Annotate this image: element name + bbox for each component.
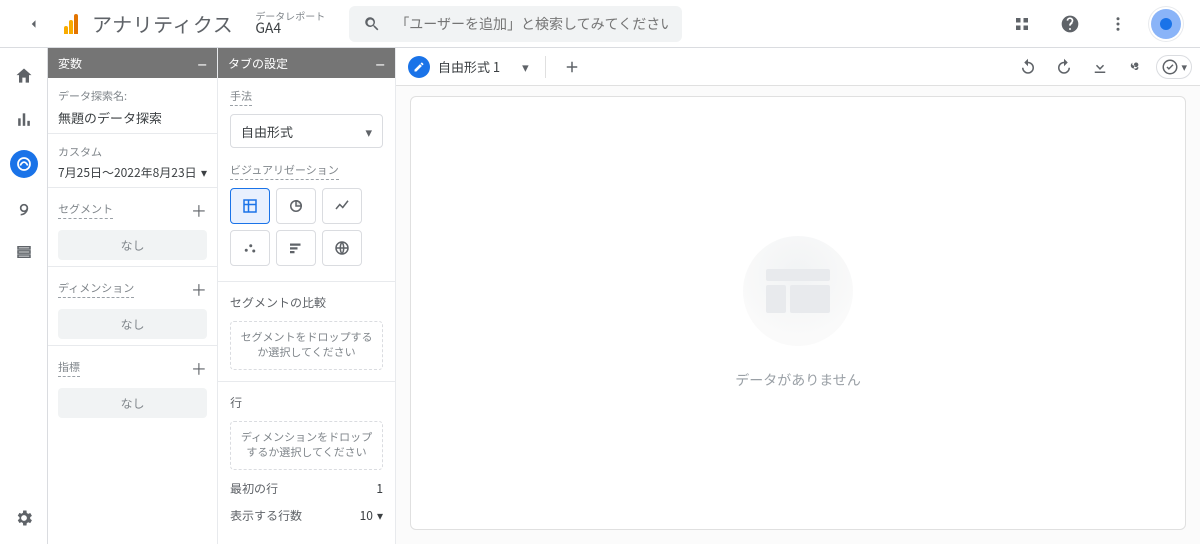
rail-admin[interactable] bbox=[10, 504, 38, 532]
add-metric[interactable]: ＋ bbox=[191, 356, 207, 380]
segments-none: なし bbox=[58, 230, 207, 260]
rail-configure[interactable] bbox=[10, 238, 38, 266]
nav-rail bbox=[0, 48, 48, 544]
property-selector[interactable]: データレポート GA4 bbox=[255, 10, 325, 36]
share-button[interactable] bbox=[1120, 51, 1152, 83]
rows-drop[interactable]: ディメンションをドロップするか選択してください bbox=[230, 421, 383, 470]
add-tab[interactable] bbox=[556, 51, 588, 83]
product-name: アナリティクス bbox=[92, 9, 233, 38]
dimensions-none: なし bbox=[58, 309, 207, 339]
first-row-label: 最初の行 bbox=[230, 480, 278, 497]
analytics-logo bbox=[64, 14, 78, 34]
segment-compare-label: セグメントの比較 bbox=[230, 294, 383, 311]
search-icon bbox=[363, 15, 381, 33]
show-rows-label: 表示する行数 bbox=[230, 507, 302, 524]
download-button[interactable] bbox=[1084, 51, 1116, 83]
empty-message: データがありません bbox=[735, 370, 861, 390]
first-row-value[interactable]: 1 bbox=[376, 480, 383, 497]
variables-panel: 変数 – データ探索名: 無題のデータ探索 カスタム 7月25日～2022年8月… bbox=[48, 48, 218, 544]
back-button[interactable] bbox=[14, 4, 54, 44]
dropdown-arrow-icon: ▾ bbox=[522, 57, 529, 76]
segments-label: セグメント bbox=[58, 201, 113, 219]
rows-label: 行 bbox=[230, 394, 383, 411]
segment-compare-drop[interactable]: セグメントをドロップするか選択してください bbox=[230, 321, 383, 370]
rail-reports[interactable] bbox=[10, 106, 38, 134]
add-segment[interactable]: ＋ bbox=[191, 198, 207, 222]
report-canvas: 自由形式 1 ▾ ▾ データがありません bbox=[396, 48, 1200, 544]
redo-button[interactable] bbox=[1048, 51, 1080, 83]
dropdown-arrow-icon: ▾ bbox=[377, 507, 383, 524]
viz-scatter[interactable] bbox=[230, 230, 270, 266]
empty-illustration bbox=[743, 236, 853, 346]
canvas-tab[interactable]: 自由形式 1 ▾ bbox=[404, 52, 535, 82]
date-range[interactable]: 7月25日～2022年8月23日 ▾ bbox=[58, 164, 207, 181]
check-circle-icon bbox=[1161, 58, 1179, 76]
show-rows-select[interactable]: 10 ▾ bbox=[360, 507, 383, 524]
viz-donut[interactable] bbox=[276, 188, 316, 224]
kebab-icon[interactable] bbox=[1098, 4, 1138, 44]
search-input[interactable] bbox=[395, 16, 667, 32]
collapse-tab-settings[interactable]: – bbox=[375, 50, 385, 76]
account-avatar[interactable] bbox=[1146, 4, 1186, 44]
report-card: データがありません bbox=[410, 96, 1186, 530]
collapse-variables[interactable]: – bbox=[197, 50, 207, 76]
search-box[interactable] bbox=[349, 6, 681, 42]
tab-settings-title: タブの設定 bbox=[228, 55, 288, 72]
technique-select[interactable]: 自由形式 ▾ bbox=[230, 114, 383, 148]
rail-advertising[interactable] bbox=[10, 194, 38, 222]
viz-geo[interactable] bbox=[322, 230, 362, 266]
dropdown-arrow-icon: ▾ bbox=[201, 164, 207, 181]
edit-icon bbox=[408, 56, 430, 78]
dimensions-label: ディメンション bbox=[58, 280, 134, 298]
rail-explore[interactable] bbox=[10, 150, 38, 178]
date-range-label: カスタム bbox=[58, 144, 207, 160]
rail-home[interactable] bbox=[10, 62, 38, 90]
viz-table[interactable] bbox=[230, 188, 270, 224]
exploration-name[interactable]: 無題のデータ探索 bbox=[58, 108, 207, 127]
exploration-name-label: データ探索名: bbox=[58, 88, 207, 104]
add-dimension[interactable]: ＋ bbox=[191, 277, 207, 301]
viz-bar[interactable] bbox=[276, 230, 316, 266]
dropdown-arrow-icon: ▾ bbox=[365, 122, 372, 141]
apps-icon[interactable] bbox=[1002, 4, 1042, 44]
tab-settings-panel: タブの設定 – 手法 自由形式 ▾ ビジュアリゼーション セグメントの比較 セグ… bbox=[218, 48, 396, 544]
viz-picker bbox=[230, 188, 383, 266]
help-icon[interactable] bbox=[1050, 4, 1090, 44]
variables-panel-title: 変数 bbox=[58, 55, 82, 72]
viz-label: ビジュアリゼーション bbox=[230, 162, 339, 180]
metrics-none: なし bbox=[58, 388, 207, 418]
metrics-label: 指標 bbox=[58, 359, 80, 377]
technique-label: 手法 bbox=[230, 88, 252, 106]
undo-button[interactable] bbox=[1012, 51, 1044, 83]
viz-line[interactable] bbox=[322, 188, 362, 224]
status-pill[interactable]: ▾ bbox=[1156, 55, 1192, 79]
